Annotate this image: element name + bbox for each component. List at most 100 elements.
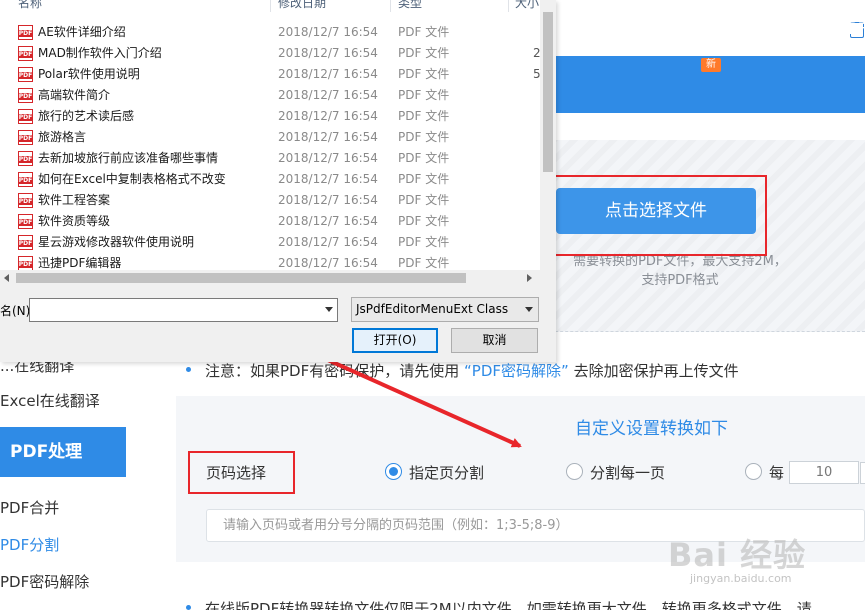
file-name: MAD制作软件入门介绍 xyxy=(38,46,162,60)
vertical-scroll-thumb[interactable] xyxy=(543,12,553,172)
sidebar-section-pdf[interactable]: PDF处理 xyxy=(0,427,126,477)
file-date: 2018/12/7 16:54 xyxy=(278,214,378,228)
file-type: PDF 文件 xyxy=(398,214,450,228)
baidu-watermark-logo: Bai 经验 xyxy=(668,536,807,574)
radio-label-specified-pages[interactable]: 指定页分割 xyxy=(409,462,484,483)
bullet-icon xyxy=(186,367,191,372)
file-type: PDF 文件 xyxy=(398,46,450,60)
filename-input[interactable] xyxy=(29,298,338,322)
dropdown-icon xyxy=(593,28,606,35)
chevron-down-icon[interactable] xyxy=(325,307,333,312)
radio-specified-pages[interactable] xyxy=(385,463,402,480)
file-date: 2018/12/7 16:54 xyxy=(278,88,378,102)
sidebar-item-pdf-decrypt[interactable]: PDF密码解除 xyxy=(0,571,89,592)
file-row[interactable]: MAD制作软件入门介绍 2018/12/7 16:54 PDF 文件 2 xyxy=(0,43,540,64)
file-row[interactable]: AE软件详细介绍 2018/12/7 16:54 PDF 文件 xyxy=(0,22,540,43)
file-row[interactable]: 旅行的艺术读后感 2018/12/7 16:54 PDF 文件 xyxy=(0,106,540,127)
column-name[interactable]: 名称 xyxy=(18,0,42,11)
radio-label-every-page[interactable]: 分割每一页 xyxy=(590,462,665,483)
file-row[interactable]: 星云游戏修改器软件使用说明 2018/12/7 16:54 PDF 文件 xyxy=(0,232,540,253)
nav-label: PF xyxy=(848,19,865,38)
every-n-input[interactable]: 10 xyxy=(789,461,859,484)
file-type: PDF 文件 xyxy=(398,25,450,39)
new-badge: 新 xyxy=(701,58,721,72)
file-date: 2018/12/7 16:54 xyxy=(278,67,378,81)
radio-every-page[interactable] xyxy=(566,463,583,480)
pdf-file-icon xyxy=(18,46,33,61)
horizontal-scroll-thumb[interactable] xyxy=(16,273,466,283)
cancel-button[interactable]: 取消 xyxy=(451,328,538,353)
file-type: PDF 文件 xyxy=(398,130,450,144)
upload-hint: 需要转换的PDF文件，最大支持2M， 支持PDF格式 xyxy=(555,252,805,290)
nav-label: 识别 xyxy=(555,23,588,42)
file-row[interactable]: 迅捷PDF编辑器 2018/12/7 16:54 PDF 文件 xyxy=(0,253,540,270)
file-name: 旅游格言 xyxy=(38,130,87,144)
nav-label: 思维导图 xyxy=(734,23,799,42)
pdf-file-icon xyxy=(18,25,33,40)
file-row[interactable]: 软件资质等级 2018/12/7 16:54 PDF 文件 xyxy=(0,211,540,232)
every-n-unit xyxy=(860,462,865,484)
file-date: 2018/12/7 16:54 xyxy=(278,256,378,270)
pdf-file-icon xyxy=(18,67,33,82)
column-divider[interactable] xyxy=(270,0,271,12)
file-name: 星云游戏修改器软件使用说明 xyxy=(38,235,195,249)
open-button[interactable]: 打开(O) xyxy=(352,328,438,353)
file-type: PDF 文件 xyxy=(398,88,450,102)
file-row[interactable]: 如何在Excel中复制表格格式不改变 2018/12/7 16:54 PDF 文件 xyxy=(0,169,540,190)
upload-hint-line2: 支持PDF格式 xyxy=(641,273,719,288)
scroll-left-icon[interactable] xyxy=(4,274,9,282)
bullet-icon xyxy=(186,605,191,610)
size-limit-note: 在线版PDF转换器转换文件仅限于2M以内文件，如需转换更大文件、转换更多格式文件… xyxy=(186,598,812,610)
chevron-down-icon[interactable] xyxy=(525,307,533,312)
file-row[interactable]: 软件工程答案 2018/12/7 16:54 PDF 文件 xyxy=(0,190,540,211)
pdf-file-icon xyxy=(18,235,33,250)
sidebar-item-pdf-merge[interactable]: PDF合并 xyxy=(0,497,59,518)
sidebar-item-excel-translate[interactable]: Excel在线翻译 xyxy=(0,390,100,411)
nav-item-paper-check[interactable]: 论文查重 xyxy=(628,19,711,43)
column-date[interactable]: 修改日期 xyxy=(278,0,326,11)
pdf-file-icon xyxy=(18,172,33,187)
pdf-file-icon xyxy=(18,88,33,103)
radio-every-n[interactable] xyxy=(745,463,762,480)
file-name: AE软件详细介绍 xyxy=(38,25,126,39)
file-date: 2018/12/7 16:54 xyxy=(278,235,378,249)
pdf-file-icon xyxy=(18,256,33,270)
file-type: PDF 文件 xyxy=(398,172,450,186)
column-type[interactable]: 类型 xyxy=(398,0,422,11)
file-date: 2018/12/7 16:54 xyxy=(278,25,378,39)
file-size: 5 xyxy=(533,67,540,81)
file-row[interactable]: Polar软件使用说明 2018/12/7 16:54 PDF 文件 5 xyxy=(0,64,540,85)
pdf-file-icon xyxy=(18,109,33,124)
baidu-watermark-url: jingyan.baidu.com xyxy=(690,572,792,585)
highlight-box-choose-file xyxy=(541,175,767,256)
file-type: PDF 文件 xyxy=(398,109,450,123)
column-divider[interactable] xyxy=(390,0,391,12)
file-type: PDF 文件 xyxy=(398,151,450,165)
file-row[interactable]: 旅游格言 2018/12/7 16:54 PDF 文件 xyxy=(0,127,540,148)
column-divider[interactable] xyxy=(508,0,509,12)
nav-item-mindmap[interactable]: 思维导图 xyxy=(734,19,817,43)
scroll-right-icon[interactable] xyxy=(527,274,532,282)
file-date: 2018/12/7 16:54 xyxy=(278,109,378,123)
file-date: 2018/12/7 16:54 xyxy=(278,193,378,207)
highlight-box-page-select xyxy=(188,451,295,494)
radio-label-every-n[interactable]: 每 xyxy=(769,462,784,483)
file-row[interactable]: 去新加坡旅行前应该准备哪些事情 2018/12/7 16:54 PDF 文件 xyxy=(0,148,540,169)
file-date: 2018/12/7 16:54 xyxy=(278,130,378,144)
file-type-select[interactable]: JsPdfEditorMenuExt Class xyxy=(351,297,539,322)
password-notice: 注意：如果PDF有密码保护，请先使用 “PDF密码解除” 去除加密保护再上传文件 xyxy=(186,360,739,381)
notice-suffix: 去除加密保护再上传文件 xyxy=(573,362,739,380)
file-row[interactable]: 高端软件简介 2018/12/7 16:54 PDF 文件 xyxy=(0,85,540,106)
nav-item-ocr[interactable]: 识别 xyxy=(555,19,606,43)
column-size[interactable]: 大小 xyxy=(515,0,539,11)
file-name: 高端软件简介 xyxy=(38,88,111,102)
sidebar-item-pdf-split[interactable]: PDF分割 xyxy=(0,534,59,555)
nav-label: 论文查重 xyxy=(628,23,693,42)
nav-item-pdf[interactable]: PF xyxy=(848,19,865,38)
file-name: 迅捷PDF编辑器 xyxy=(38,256,122,270)
pdf-decrypt-link[interactable]: “PDF密码解除” xyxy=(464,362,569,380)
dropdown-icon xyxy=(698,28,711,35)
file-name: 如何在Excel中复制表格格式不改变 xyxy=(38,172,226,186)
file-list: AE软件详细介绍 2018/12/7 16:54 PDF 文件 MAD制作软件入门介… xyxy=(0,22,540,270)
file-type: PDF 文件 xyxy=(398,193,450,207)
